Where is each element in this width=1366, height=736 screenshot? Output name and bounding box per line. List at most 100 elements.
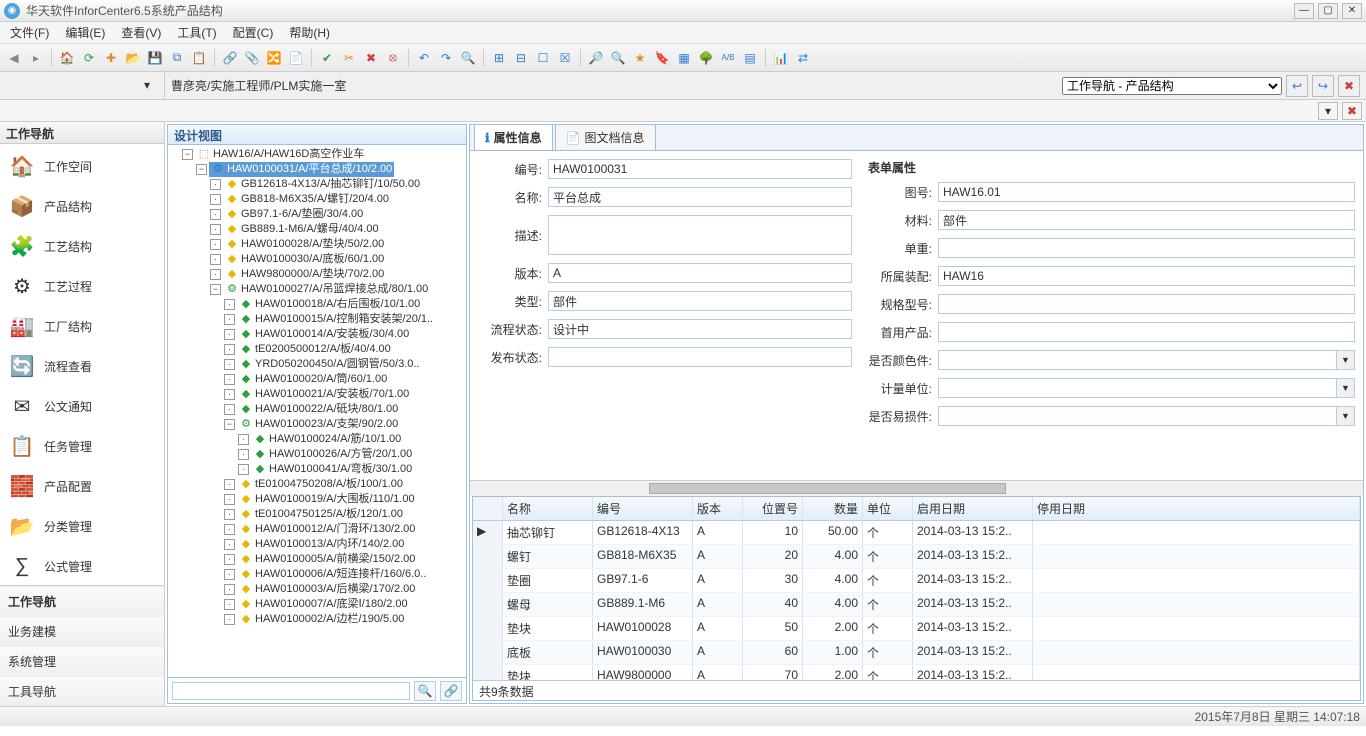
menu-view[interactable]: 查看(V)	[115, 22, 167, 43]
expand-icon[interactable]: ⊞	[489, 48, 509, 68]
minimize-button[interactable]: —	[1294, 3, 1314, 19]
table-row[interactable]: 垫块 HAW0100028 A 50 2.00 个 2014-03-13 15:…	[473, 617, 1360, 641]
type-field[interactable]	[548, 291, 852, 311]
checkin-icon[interactable]: ✔	[317, 48, 337, 68]
paste-icon[interactable]: 📋	[189, 48, 209, 68]
tree-search-input[interactable]	[172, 682, 410, 700]
flow-field[interactable]	[548, 319, 852, 339]
sidebar-item-10[interactable]: ∑公式管理	[4, 546, 160, 585]
color-field[interactable]	[938, 350, 1337, 370]
sidebar-item-2[interactable]: 🧩工艺结构	[4, 226, 160, 266]
cut-icon[interactable]: ✂	[339, 48, 359, 68]
desc-field[interactable]	[548, 215, 852, 255]
tree-node[interactable]: ◆HAW0100022/A/砥块/80/1.00	[237, 402, 400, 417]
pub-field[interactable]	[548, 347, 852, 367]
sidebar-item-0[interactable]: 🏠工作空间	[4, 146, 160, 186]
zoomout-icon[interactable]: 🔍	[608, 48, 628, 68]
tree-node[interactable]: ◆HAW0100020/A/筒/60/1.00	[237, 372, 389, 387]
bottom-nav-work[interactable]: 工作导航	[0, 586, 164, 616]
sidebar-item-4[interactable]: 🏭工厂结构	[4, 306, 160, 346]
tree-icon[interactable]: 🌳	[696, 48, 716, 68]
tree-node[interactable]: ◆HAW0100024/A/筋/10/1.00	[251, 432, 403, 447]
chevron-down-icon[interactable]: ▼	[1337, 406, 1355, 426]
delall-icon[interactable]: ⦻	[383, 48, 403, 68]
menu-config[interactable]: 配置(C)	[227, 22, 280, 43]
tree-node[interactable]: ⚙HAW0100023/A/支架/90/2.00	[237, 417, 400, 432]
mat-field[interactable]	[938, 210, 1355, 230]
tab-close-button[interactable]: ✖	[1342, 102, 1362, 120]
tree-node[interactable]: ◆HAW0100018/A/右后围板/10/1.00	[237, 297, 422, 312]
tree-node[interactable]: ◆HAW0100007/A/底梁Ⅰ/180/2.00	[237, 597, 410, 612]
compare-icon[interactable]: ⇄	[793, 48, 813, 68]
link-icon[interactable]: 🔗	[440, 681, 462, 701]
grid-h-pos[interactable]: 位置号	[743, 497, 803, 520]
tree-view[interactable]: −⬚HAW16/A/HAW16D高空作业车−⚙HAW0100031/A/平台总成…	[168, 145, 466, 677]
grid-body[interactable]: ▶ 抽芯铆钉 GB12618-4X13 A 10 50.00 个 2014-03…	[473, 521, 1360, 680]
tree-node[interactable]: ◆HAW0100026/A/方管/20/1.00	[251, 447, 414, 462]
tree-node[interactable]: ◆HAW0100013/A/内环/140/2.00	[237, 537, 406, 552]
tree-node[interactable]: ◆HAW0100021/A/安装板/70/1.00	[237, 387, 411, 402]
tree-root[interactable]: ⬚HAW16/A/HAW16D高空作业车	[195, 147, 366, 162]
tree-node[interactable]: ◆HAW0100014/A/安装板/30/4.00	[237, 327, 411, 342]
table-icon[interactable]: ▤	[740, 48, 760, 68]
doc-icon[interactable]: 📄	[286, 48, 306, 68]
tree-node[interactable]: ◆tE0200500012/A/板/40/4.00	[237, 342, 393, 357]
wear-field[interactable]	[938, 406, 1337, 426]
tree-node[interactable]: ⚙HAW0100027/A/吊篮焊接总成/80/1.00	[223, 282, 430, 297]
bottom-nav-tool[interactable]: 工具导航	[0, 676, 164, 706]
attach-icon[interactable]: 📎	[242, 48, 262, 68]
tree-selected[interactable]: ⚙HAW0100031/A/平台总成/10/2.00	[209, 162, 394, 177]
sidebar-item-6[interactable]: ✉公文通知	[4, 386, 160, 426]
grid-h-ver[interactable]: 版本	[693, 497, 743, 520]
back-icon[interactable]: ◀	[4, 48, 24, 68]
find-icon[interactable]: 🔍	[458, 48, 478, 68]
name-field[interactable]	[548, 187, 852, 207]
grid-h-code[interactable]: 编号	[593, 497, 693, 520]
tree-node[interactable]: ◆HAW0100019/A/大围板/110/1.00	[237, 492, 417, 507]
nav-close-button[interactable]: ✖	[1338, 75, 1360, 97]
asm-field[interactable]	[938, 266, 1355, 286]
menu-edit[interactable]: 编辑(E)	[59, 22, 111, 43]
grid-h-unit[interactable]: 单位	[863, 497, 913, 520]
chevron-down-icon[interactable]: ▼	[1337, 350, 1355, 370]
refresh-icon[interactable]: ⟳	[79, 48, 99, 68]
save-icon[interactable]: 💾	[145, 48, 165, 68]
close-button[interactable]: ✕	[1342, 3, 1362, 19]
menu-tools[interactable]: 工具(T)	[171, 22, 222, 43]
tab-attributes[interactable]: ℹ属性信息	[474, 124, 553, 150]
tree-node[interactable]: ◆GB889.1-M6/A/螺母/40/4.00	[223, 222, 381, 237]
ver-field[interactable]	[548, 263, 852, 283]
sidebar-item-7[interactable]: 📋任务管理	[4, 426, 160, 466]
grid-h-qty[interactable]: 数量	[803, 497, 863, 520]
tree-node[interactable]: ◆HAW0100012/A/门滑环/130/2.00	[237, 522, 417, 537]
nav-combo[interactable]: 工作导航 - 产品结构	[1062, 77, 1282, 95]
star-icon[interactable]: ★	[630, 48, 650, 68]
menu-help[interactable]: 帮助(H)	[283, 22, 336, 43]
table-row[interactable]: 底板 HAW0100030 A 60 1.00 个 2014-03-13 15:…	[473, 641, 1360, 665]
new-icon[interactable]: ✚	[101, 48, 121, 68]
tree-node[interactable]: ◆tE01004750125/A/板/120/1.00	[237, 507, 405, 522]
wt-field[interactable]	[938, 238, 1355, 258]
table-row[interactable]: 螺母 GB889.1-M6 A 40 4.00 个 2014-03-13 15:…	[473, 593, 1360, 617]
spec-field[interactable]	[938, 294, 1355, 314]
first-field[interactable]	[938, 322, 1355, 342]
tree-node[interactable]: ◆HAW9800000/A/垫块/70/2.00	[223, 267, 386, 282]
dropdown-icon[interactable]: ▾	[1318, 102, 1338, 120]
tab-documents[interactable]: 📄图文档信息	[555, 124, 656, 150]
tree-node[interactable]: ◆HAW0100002/A/边栏/190/5.00	[237, 612, 406, 627]
sidebar-item-5[interactable]: 🔄流程查看	[4, 346, 160, 386]
nav-back-button[interactable]: ↩	[1286, 75, 1308, 97]
sidebar-item-1[interactable]: 📦产品结构	[4, 186, 160, 226]
sidebar-item-9[interactable]: 📂分类管理	[4, 506, 160, 546]
redo-icon[interactable]: ↷	[436, 48, 456, 68]
tree-node[interactable]: ◆GB818-M6X35/A/螺钉/20/4.00	[223, 192, 391, 207]
tree-node[interactable]: ◆HAW0100006/A/短连接杆/160/6.0..	[237, 567, 428, 582]
uncheck-icon[interactable]: ☒	[555, 48, 575, 68]
sidebar-item-8[interactable]: 🧱产品配置	[4, 466, 160, 506]
table-row[interactable]: 螺钉 GB818-M6X35 A 20 4.00 个 2014-03-13 15…	[473, 545, 1360, 569]
zoomin-icon[interactable]: 🔎	[586, 48, 606, 68]
menu-file[interactable]: 文件(F)	[4, 22, 55, 43]
copy-icon[interactable]: ⧉	[167, 48, 187, 68]
unit-field[interactable]	[938, 378, 1337, 398]
bottom-nav-sys[interactable]: 系统管理	[0, 646, 164, 676]
